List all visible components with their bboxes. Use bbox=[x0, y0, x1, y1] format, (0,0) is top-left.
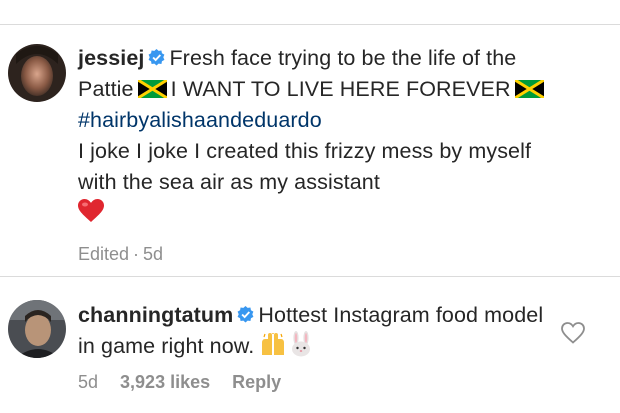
comment-divider bbox=[0, 276, 620, 277]
comment-meta: 5d 3,923 likes Reply bbox=[78, 371, 560, 393]
comment-text: jessiej Fresh face trying to be the life … bbox=[78, 43, 560, 229]
edited-label: Edited bbox=[78, 244, 130, 264]
comment-channingtatum: channingtatum Hottest Instagram food mode… bbox=[0, 300, 620, 410]
avatar[interactable] bbox=[8, 44, 66, 102]
comment-meta: Edited · 5d bbox=[78, 243, 560, 265]
timestamp: 5d bbox=[78, 372, 99, 392]
jamaica-flag-icon bbox=[136, 76, 168, 100]
verified-badge-icon bbox=[237, 301, 254, 323]
comment-text-part-2: I WANT TO LIVE HERE FOREVER bbox=[170, 77, 511, 101]
hashtag-link[interactable]: #hairbyalishaandeduardo bbox=[78, 108, 322, 132]
bunny-icon bbox=[290, 331, 312, 357]
raised-hands-icon bbox=[260, 333, 286, 357]
jamaica-flag-icon bbox=[513, 76, 545, 100]
timestamp: 5d bbox=[143, 244, 164, 264]
comment-text-part-3: I joke I joke I created this frizzy mess… bbox=[78, 139, 532, 194]
heart-outline-icon[interactable] bbox=[561, 322, 585, 344]
verified-badge-icon bbox=[148, 44, 165, 66]
meta-separator: · bbox=[133, 244, 140, 264]
comment-text: channingtatum Hottest Instagram food mode… bbox=[78, 300, 560, 362]
red-heart-icon bbox=[78, 199, 104, 223]
username[interactable]: channingtatum bbox=[78, 303, 233, 327]
reply-button[interactable]: Reply bbox=[232, 372, 281, 392]
top-bar bbox=[0, 0, 620, 25]
avatar[interactable] bbox=[8, 300, 66, 358]
comment-jessiej: jessiej Fresh face trying to be the life … bbox=[0, 44, 620, 264]
username[interactable]: jessiej bbox=[78, 46, 144, 70]
likes-count[interactable]: 3,923 likes bbox=[120, 372, 210, 392]
